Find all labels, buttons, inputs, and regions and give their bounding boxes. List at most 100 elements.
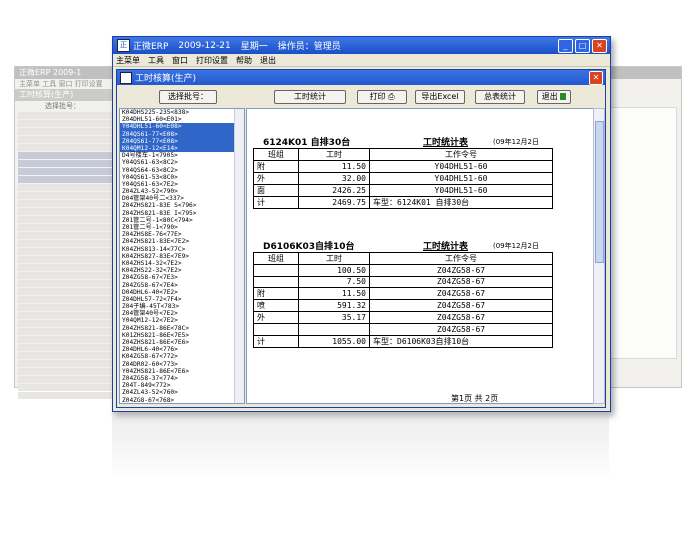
weekday-label: 星期一 — [240, 42, 268, 52]
header-hours: 工时 — [298, 148, 370, 161]
cell-order: 车型：6124K01 自排30台 — [369, 196, 553, 209]
list-item[interactable]: Z01管二号-1<80C<794> — [120, 217, 244, 224]
table-row: 100.50 Z04ZG58-67 — [253, 264, 553, 277]
report1-header-row: 班组 工时 工作令号 — [253, 148, 553, 161]
exit-label: 退出 — [541, 92, 558, 101]
list-item[interactable]: Y04QS61-63<8C2> — [120, 159, 244, 166]
app-title: 正微ERP — [133, 42, 169, 52]
cell-order: Z04ZG58-67 — [369, 323, 553, 336]
batch-list-scrollbar[interactable] — [234, 109, 244, 403]
table-row: 计 2469.75 车型：6124K01 自排30台 — [253, 196, 553, 209]
menu-tools[interactable]: 工具 — [148, 55, 164, 66]
list-item[interactable]: Z04QS61-77<E08> — [120, 130, 244, 138]
preview-scrollbar[interactable] — [593, 108, 605, 404]
report2-heading: 工时统计表 — [423, 242, 469, 252]
list-item[interactable]: D4号楼车-1<7905> — [120, 152, 244, 159]
summary-button[interactable]: 总表统计 — [475, 90, 525, 104]
list-item[interactable]: Z04DHL51-60<E01> — [120, 116, 244, 123]
menu-window[interactable]: 窗口 — [172, 55, 188, 66]
printer-icon: ⎙ — [388, 92, 395, 101]
list-item[interactable]: Z04QS61-77<E08> — [120, 137, 244, 145]
list-item[interactable]: Z04ZHS821-83E S<796> — [120, 202, 244, 209]
child-close-icon[interactable]: ✕ — [589, 71, 603, 85]
report2-table: 班组 工时 工作令号 100.50 Z04ZG58-67 7.50 Z04ZG58-… — [253, 252, 553, 348]
header-team: 班组 — [253, 252, 299, 265]
select-batch-button[interactable]: 选择批号： — [159, 90, 217, 104]
list-item[interactable]: Y04QS64-63<8C2> — [120, 167, 244, 174]
maximize-icon[interactable]: □ — [575, 39, 590, 53]
print-label: 打印 — [369, 92, 386, 101]
minimize-icon[interactable]: _ — [558, 39, 573, 53]
exit-icon — [560, 93, 567, 100]
cell-team: 喷 — [253, 299, 299, 312]
cell-order: Y04DHL51-60 — [369, 184, 553, 197]
list-item[interactable]: Z04ZG58-37<774> — [120, 375, 244, 382]
menu-help[interactable]: 帮助 — [236, 55, 252, 66]
cell-hours — [298, 323, 370, 336]
report2-header-row: 班组 工时 工作令号 — [253, 252, 553, 265]
list-item[interactable]: D04管架40号二<337> — [120, 195, 244, 202]
list-item[interactable]: Z04DHL57-72<7F4> — [120, 296, 244, 303]
report1-table: 班组 工时 工作令号 附 11.50 Y04DHL51-60 外 32.00 Y04DH… — [253, 148, 553, 209]
batch-list[interactable]: K04DHS225-235<838> Z04DHL51-60<E01> Y04DHL… — [119, 108, 245, 404]
cell-team: 外 — [253, 172, 299, 185]
report1-date: (09年12月2日 — [493, 138, 539, 146]
list-item[interactable]: Z04DHL6-40<776> — [120, 346, 244, 353]
list-item[interactable]: K04ZHS14-32<7E2> — [120, 260, 244, 267]
toolbar: 选择批号： 工时统计 打印 ⎙ 导出Excel 总表统计 退出 — [117, 86, 605, 106]
exit-button[interactable]: 退出 — [537, 90, 571, 104]
list-item[interactable]: Y04QS61-53<8C0> — [120, 174, 244, 181]
list-item[interactable]: D04DHL6-40<7E2> — [120, 289, 244, 296]
close-icon[interactable]: ✕ — [592, 39, 607, 53]
export-excel-button[interactable]: 导出Excel — [415, 90, 465, 104]
list-item[interactable]: Z04ZG8-67<768> — [120, 397, 244, 404]
stat-hours-button[interactable]: 工时统计 — [274, 90, 346, 104]
list-item[interactable]: Z04ZHS8E-76<77E> — [120, 231, 244, 238]
cell-team — [253, 275, 299, 288]
table-row: 7.50 Z04ZG58-67 — [253, 275, 553, 288]
cell-team: 外 — [253, 311, 299, 324]
list-item[interactable]: Y04QS61-63<7E2> — [120, 181, 244, 188]
date-label: 2009-12-21 — [178, 40, 231, 51]
list-item[interactable]: Z04ZHS821-83E<7E2> — [120, 238, 244, 245]
list-item[interactable]: K01ZHS821-86E<7E5> — [120, 332, 244, 339]
list-item[interactable]: Y04ZHS821-86E<7E6> — [120, 368, 244, 375]
menu-main[interactable]: 主菜单 — [116, 55, 140, 66]
cell-team — [253, 323, 299, 336]
menu-exit[interactable]: 退出 — [260, 55, 276, 66]
list-item[interactable]: Z04ZL43-52<760> — [120, 389, 244, 396]
cell-team — [253, 264, 299, 277]
cell-hours: 35.17 — [298, 311, 370, 324]
main-titlebar: 正 正微ERP 2009-12-21 星期一 操作员：管理员 _ □ ✕ — [113, 37, 610, 54]
list-item[interactable]: Z04ZG58-67<7E4> — [120, 282, 244, 289]
list-item[interactable]: K04DHS225-235<838> — [120, 109, 244, 116]
cell-team: 附 — [253, 287, 299, 300]
list-item[interactable]: Z04DR02-60<773> — [120, 361, 244, 368]
table-row: 喷 591.32 Z04ZG58-67 — [253, 299, 553, 312]
list-item[interactable]: K04ZHS827-83E<7E9> — [120, 253, 244, 260]
list-item[interactable]: Z04ZHS821-86E<78C> — [120, 325, 244, 332]
list-item[interactable]: K04ZHS22-32<7E2> — [120, 267, 244, 274]
cell-hours: 11.50 — [298, 160, 370, 173]
menu-print-settings[interactable]: 打印设置 — [196, 55, 228, 66]
preview-scroll-thumb[interactable] — [595, 121, 604, 263]
cell-hours: 1055.00 — [298, 334, 370, 348]
cell-team: 计 — [253, 334, 299, 348]
list-item[interactable]: Z04ZHS821-86E<7E6> — [120, 339, 244, 346]
list-item[interactable]: Y04QM12-12<7E2> — [120, 317, 244, 324]
report1-heading: 工时统计表 — [423, 138, 469, 148]
list-item[interactable]: Z01管二号-1<790> — [120, 224, 244, 231]
print-button[interactable]: 打印 ⎙ — [357, 90, 407, 104]
list-item[interactable]: Z04T-849<772> — [120, 382, 244, 389]
report2-date: (09年12月2日 — [493, 242, 539, 250]
cell-order: Z04ZG58-67 — [369, 299, 553, 312]
list-item[interactable]: Z04ZHS821-83E I<795> — [120, 210, 244, 217]
cell-hours: 2469.75 — [298, 196, 370, 209]
list-item[interactable]: Y04DHL51-60<E08> — [120, 123, 244, 131]
list-item[interactable]: Z04管架40号<7E2> — [120, 310, 244, 317]
list-item[interactable]: Z04ZG58-67<7E3> — [120, 274, 244, 281]
list-item[interactable]: K04ZG58-67<772> — [120, 353, 244, 360]
cell-order: Y04DHL51-60 — [369, 172, 553, 185]
list-item[interactable]: K04ZHS813-14<77C> — [120, 246, 244, 253]
child-titlebar: 工时核算(生产) ✕ — [117, 70, 605, 85]
